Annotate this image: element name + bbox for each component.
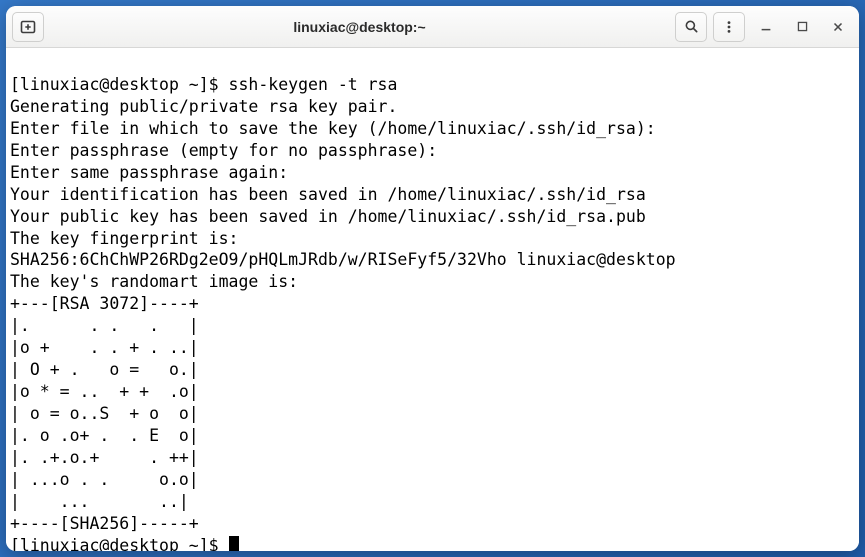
minimize-button[interactable] <box>751 12 781 42</box>
window-title: linuxiac@desktop:~ <box>50 19 669 35</box>
terminal-line: |o + . . + . ..| <box>10 338 199 357</box>
terminal-line: |. o .o+ . . E o| <box>10 426 199 445</box>
terminal-line: | O + . o = o.| <box>10 360 199 379</box>
menu-button[interactable] <box>713 12 745 42</box>
terminal-line: | o = o..S + o o| <box>10 404 199 423</box>
terminal-line: +----[SHA256]-----+ <box>10 514 199 533</box>
titlebar-right-group <box>675 12 853 42</box>
titlebar-left-group <box>12 12 44 42</box>
close-icon <box>831 20 845 34</box>
terminal-line: The key's randomart image is: <box>10 272 298 291</box>
terminal-line: Your public key has been saved in /home/… <box>10 207 646 226</box>
cursor-block <box>229 536 239 551</box>
minimize-icon <box>759 20 773 34</box>
kebab-menu-icon <box>722 20 736 34</box>
terminal-line: [linuxiac@desktop ~]$ <box>10 536 239 551</box>
terminal-line: |. . . . | <box>10 316 199 335</box>
terminal-line: | ... ..| <box>10 492 189 511</box>
shell-command: ssh-keygen -t rsa <box>229 75 398 94</box>
terminal-line: Your identification has been saved in /h… <box>10 185 646 204</box>
shell-prompt: [linuxiac@desktop ~]$ <box>10 75 229 94</box>
search-icon <box>684 19 699 34</box>
terminal-line: The key fingerprint is: <box>10 229 238 248</box>
titlebar: linuxiac@desktop:~ <box>6 6 859 48</box>
search-button[interactable] <box>675 12 707 42</box>
terminal-output[interactable]: [linuxiac@desktop ~]$ ssh-keygen -t rsa … <box>6 48 859 551</box>
maximize-button[interactable] <box>787 12 817 42</box>
terminal-line: [linuxiac@desktop ~]$ ssh-keygen -t rsa <box>10 75 397 94</box>
terminal-line: |. .+.o.+ . ++| <box>10 448 199 467</box>
terminal-line: Enter file in which to save the key (/ho… <box>10 119 656 138</box>
terminal-line: +---[RSA 3072]----+ <box>10 294 199 313</box>
terminal-line: Enter passphrase (empty for no passphras… <box>10 141 437 160</box>
terminal-window: linuxiac@desktop:~ <box>6 6 859 551</box>
new-tab-button[interactable] <box>12 12 44 42</box>
terminal-line: |o * = .. + + .o| <box>10 382 199 401</box>
close-button[interactable] <box>823 12 853 42</box>
terminal-line: | ...o . . o.o| <box>10 470 199 489</box>
shell-prompt: [linuxiac@desktop ~]$ <box>10 536 229 551</box>
new-tab-icon <box>20 19 36 35</box>
maximize-icon <box>796 20 809 33</box>
terminal-line: Generating public/private rsa key pair. <box>10 97 397 116</box>
terminal-line: SHA256:6ChChWP26RDg2eO9/pHQLmJRdb/w/RISe… <box>10 250 676 269</box>
terminal-line: Enter same passphrase again: <box>10 163 288 182</box>
